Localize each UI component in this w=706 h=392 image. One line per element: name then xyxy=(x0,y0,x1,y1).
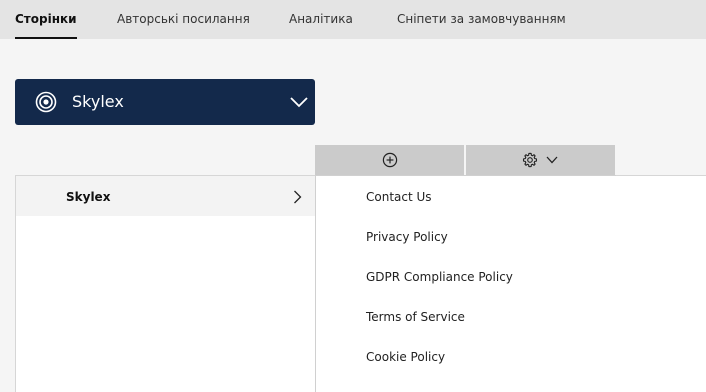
top-tab-bar: Сторінки Авторські посилання Аналітика С… xyxy=(0,0,706,39)
plus-circle-icon xyxy=(382,152,398,168)
tab-analytics[interactable]: Аналітика xyxy=(289,0,353,39)
page-item-label: GDPR Compliance Policy xyxy=(366,270,513,284)
add-page-button[interactable] xyxy=(315,145,464,175)
detail-panel xyxy=(616,175,706,392)
page-item-terms-of-service[interactable]: Terms of Service xyxy=(316,297,616,337)
pages-list: Contact Us Privacy Policy GDPR Complianc… xyxy=(315,175,617,392)
tab-default-snippets[interactable]: Сніпети за замовчуванням xyxy=(397,0,566,39)
page-item-label: Terms of Service xyxy=(366,310,465,324)
site-name: Skylex xyxy=(72,92,124,111)
page-item-privacy-policy[interactable]: Privacy Policy xyxy=(316,217,616,257)
page-item-label: Cookie Policy xyxy=(366,350,446,364)
chevron-right-icon xyxy=(294,190,302,204)
gear-icon xyxy=(522,152,538,168)
settings-menu-button[interactable] xyxy=(466,145,615,175)
chevron-down-icon xyxy=(546,156,558,164)
page-item-gdpr-compliance-policy[interactable]: GDPR Compliance Policy xyxy=(316,257,616,297)
tab-pages[interactable]: Сторінки xyxy=(15,0,77,39)
tab-author-links[interactable]: Авторські посилання xyxy=(117,0,250,39)
radio-target-icon xyxy=(35,91,57,113)
chevron-down-icon xyxy=(290,97,308,108)
page-item-contact-us[interactable]: Contact Us xyxy=(316,177,616,217)
site-selector-dropdown[interactable]: Skylex xyxy=(15,79,315,125)
page-item-label: Privacy Policy xyxy=(366,230,448,244)
page-item-label: Contact Us xyxy=(366,190,432,204)
page-item-cookie-policy[interactable]: Cookie Policy xyxy=(316,337,616,377)
tree-item-label: Skylex xyxy=(66,190,111,204)
site-tree-panel: Skylex xyxy=(15,175,317,392)
pages-toolbar xyxy=(315,145,615,175)
tree-item-skylex[interactable]: Skylex xyxy=(16,176,316,216)
